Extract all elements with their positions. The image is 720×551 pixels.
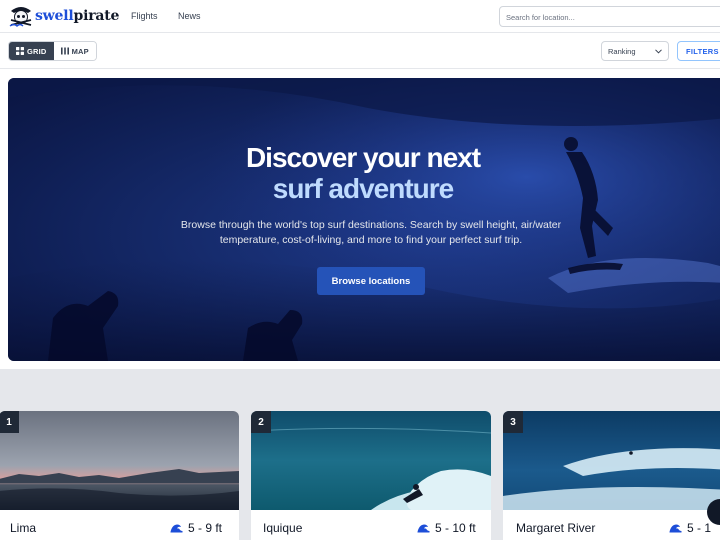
location-card-lima[interactable]: 1 Lima 5 - 9 ft [0, 411, 239, 551]
hero-title-line1: Discover your next [245, 142, 481, 173]
iquique-photo [251, 411, 491, 510]
filters-button[interactable]: FILTERS [677, 41, 720, 61]
hero-title: Discover your next surf adventure [8, 142, 720, 204]
map-view-button[interactable]: MAP [53, 42, 96, 60]
map-label: MAP [71, 46, 89, 56]
wave-icon [170, 524, 183, 533]
swell-text: 5 - 10 ft [435, 521, 476, 535]
logo[interactable]: swellpirate [8, 4, 119, 28]
rank-badge: 2 [251, 411, 271, 433]
card-swell-height: 5 - 10 ft [417, 521, 476, 535]
margaret-river-photo [503, 411, 720, 510]
card-location-name: Margaret River [516, 521, 596, 535]
nav-news-link[interactable]: News [178, 11, 201, 21]
swell-text: 5 - 1 [687, 521, 712, 535]
search-input[interactable]: Search for location... [499, 6, 720, 27]
hero-banner: Discover your next surf adventure Browse… [8, 78, 720, 361]
map-icon [60, 47, 69, 55]
wave-icon [417, 524, 430, 533]
card-swell-height: 5 - 1 [669, 521, 711, 535]
hero-title-line2: surf adventure [272, 173, 455, 204]
location-card-margaret-river[interactable]: 3 Margaret River 5 - 1 [503, 411, 720, 551]
grid-label: GRID [27, 46, 47, 56]
card-location-name: Iquique [263, 521, 303, 535]
card-location-name: Lima [10, 521, 37, 535]
top-nav: swellpirate Flights News Search for loca… [0, 0, 720, 33]
grid-icon [16, 47, 24, 55]
wave-icon [669, 524, 682, 533]
lima-photo [0, 411, 239, 510]
nav-flights-link[interactable]: Flights [131, 11, 158, 21]
rank-badge: 3 [503, 411, 523, 433]
browse-locations-button[interactable]: Browse locations [317, 267, 425, 295]
sort-value: Ranking [608, 46, 636, 56]
view-toggle: GRID MAP [8, 41, 97, 61]
chevron-down-icon [655, 48, 662, 54]
swell-text: 5 - 9 ft [188, 521, 223, 535]
hero-description: Browse through the world's top surf dest… [180, 219, 562, 246]
grid-view-button[interactable]: GRID [9, 42, 54, 60]
rank-badge: 1 [0, 411, 19, 433]
pirate-skull-icon [8, 4, 34, 28]
toolbar: GRID MAP Ranking FILTERS [0, 33, 720, 69]
sort-select[interactable]: Ranking [601, 41, 669, 61]
card-swell-height: 5 - 9 ft [170, 521, 222, 535]
location-card-iquique[interactable]: 2 Iquique 5 - 10 ft [251, 411, 491, 551]
logo-text: swellpirate [35, 8, 120, 24]
